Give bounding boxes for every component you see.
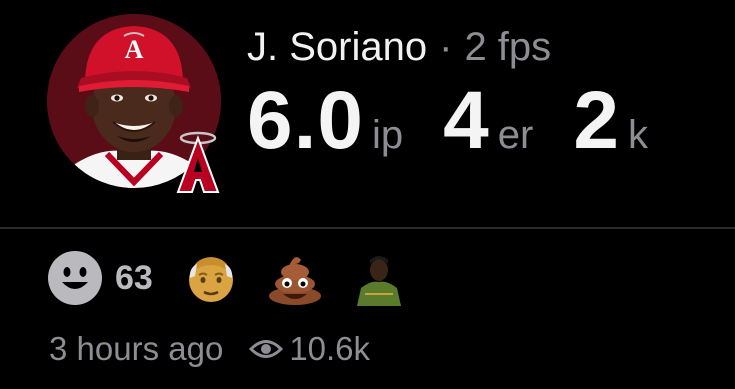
team-logo-icon (176, 131, 220, 193)
stat-strikeouts-value: 2 (573, 75, 620, 166)
views-value: 10.6k (289, 330, 371, 367)
player-photo-emoji[interactable] (350, 250, 407, 306)
divider (0, 227, 735, 229)
smile-face-icon (48, 251, 102, 305)
stat-innings-value: 6.0 (247, 75, 364, 166)
reactions-bar: 63 (47, 250, 435, 306)
timestamp: 3 hours ago (49, 330, 224, 367)
post-header: J. Soriano · 2 fps (247, 18, 551, 76)
eye-icon (249, 340, 284, 358)
svg-text:A: A (125, 35, 144, 64)
stat-innings-unit: ip (372, 113, 404, 157)
pitching-stats: 6.0 ip 4 er 2 k (247, 80, 648, 166)
post-meta: 3 hours ago 10.6k (49, 326, 370, 372)
poop-emoji[interactable] (267, 250, 323, 306)
stat-earned-runs-value: 4 (443, 75, 490, 166)
stat-earned-runs-unit: er (497, 113, 534, 157)
view-count: 10.6k (249, 330, 370, 368)
fps-label: 2 fps (464, 25, 552, 69)
reaction-count: 63 (115, 258, 153, 297)
stat-strikeouts-unit: k (627, 113, 648, 157)
old-man-emoji[interactable] (183, 250, 239, 306)
player-name[interactable]: J. Soriano (247, 27, 427, 67)
add-reaction-button[interactable]: 63 (47, 250, 183, 306)
separator-dot: · (439, 25, 453, 69)
